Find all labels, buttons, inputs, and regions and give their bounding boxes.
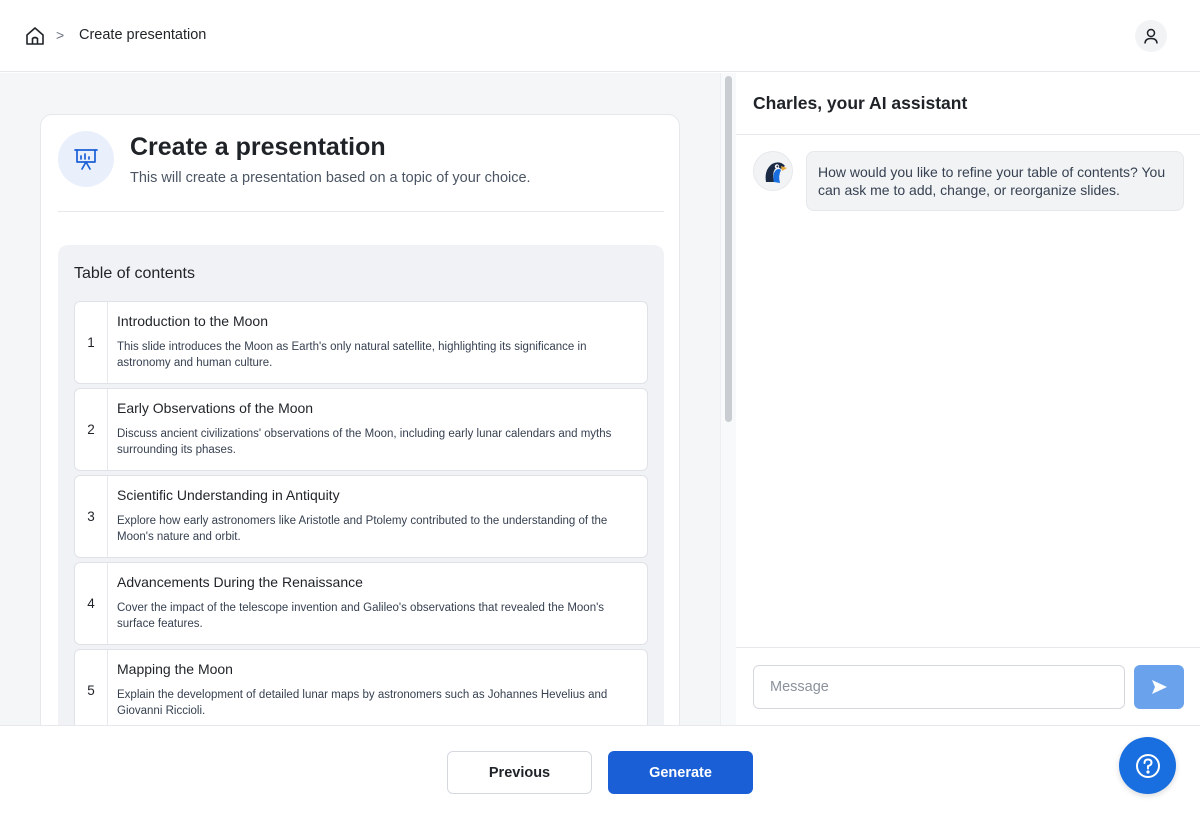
toc-item-number: 5 [75,650,108,725]
toc-item-title: Advancements During the Renaissance [117,574,363,590]
previous-button[interactable]: Previous [447,751,592,794]
table-of-contents: Table of contents 1 Introduction to the … [58,245,664,725]
toc-item-title: Mapping the Moon [117,661,233,677]
help-icon [1135,753,1160,778]
content-panel: Create a presentation This will create a… [0,73,720,725]
toc-item-description: Explain the development of detailed luna… [117,689,608,717]
toc-item[interactable]: 4 Advancements During the Renaissance Co… [74,562,648,645]
user-icon [1144,28,1158,44]
home-icon[interactable] [24,25,46,47]
toc-item[interactable]: 3 Scientific Understanding in Antiquity … [74,475,648,558]
bottom-bar: Previous Generate [0,725,1200,817]
toc-item[interactable]: 2 Early Observations of the Moon Discuss… [74,388,648,471]
divider [736,134,1200,135]
toc-item-description: Discuss ancient civilizations' observati… [117,428,612,456]
toc-list: 1 Introduction to the Moon This slide in… [74,301,648,725]
send-icon [1152,680,1167,694]
assistant-message: How would you like to refine your table … [806,151,1184,211]
help-button[interactable] [1119,737,1176,794]
message-input[interactable] [753,665,1125,709]
divider [58,211,664,212]
scrollbar[interactable] [720,73,736,725]
toc-item-title: Early Observations of the Moon [117,400,314,416]
toc-item-number: 2 [75,389,108,470]
top-bar: > Create presentation [0,0,1200,72]
toc-title: Table of contents [74,265,195,282]
toc-item[interactable]: 5 Mapping the Moon Explain the developme… [74,649,648,725]
divider [736,647,1200,648]
presentation-icon [58,131,114,187]
assistant-panel: Charles, your AI assistant How would you… [736,73,1200,725]
user-menu-button[interactable] [1135,20,1167,52]
toc-item-description: Cover the impact of the telescope invent… [117,602,605,630]
breadcrumb-current: Create presentation [79,27,207,43]
toc-item[interactable]: 1 Introduction to the Moon This slide in… [74,301,648,384]
page-subtitle: This will create a presentation based on… [130,170,531,186]
assistant-title: Charles, your AI assistant [753,93,968,113]
generate-button[interactable]: Generate [608,751,753,794]
send-button[interactable] [1134,665,1184,709]
toc-item-number: 4 [75,563,108,644]
breadcrumb-separator: > [56,27,65,43]
parrot-avatar-icon [753,151,793,191]
presentation-card: Create a presentation This will create a… [40,114,680,725]
toc-item-number: 3 [75,476,108,557]
page-title: Create a presentation [130,133,386,161]
scrollbar-thumb[interactable] [725,76,732,422]
toc-item-description: Explore how early astronomers like Arist… [117,515,608,543]
toc-item-title: Scientific Understanding in Antiquity [117,487,340,503]
toc-item-number: 1 [75,302,108,383]
toc-item-description: This slide introduces the Moon as Earth'… [117,341,587,369]
toc-item-title: Introduction to the Moon [117,313,268,329]
